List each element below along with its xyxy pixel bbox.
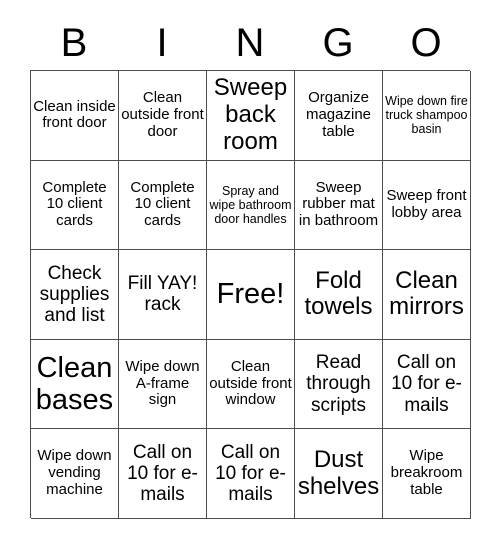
bingo-cell-label: Spray and wipe bathroom door handles bbox=[209, 183, 292, 226]
bingo-cell-label: Call on 10 for e-mails bbox=[127, 441, 198, 506]
header-letter-o: O bbox=[410, 21, 442, 65]
header-letter-n: N bbox=[235, 21, 265, 65]
header-letter-i: I bbox=[156, 21, 168, 65]
bingo-cell[interactable]: Wipe down fire truck shampoo basin bbox=[383, 71, 471, 161]
bingo-cell-label: Wipe down A-frame sign bbox=[125, 357, 200, 409]
header-letter-b: B bbox=[60, 21, 88, 65]
bingo-cell-label: Clean bases bbox=[35, 351, 114, 417]
bingo-cell-label: Sweep back room bbox=[213, 73, 288, 155]
bingo-cell-label: Sweep rubber mat in bathroom bbox=[298, 178, 379, 230]
bingo-cell[interactable]: Complete 10 client cards bbox=[119, 160, 207, 251]
bingo-cell-label: Wipe down fire truck shampoo basin bbox=[385, 94, 468, 137]
bingo-cell[interactable]: Clean bases bbox=[31, 339, 119, 430]
bingo-cell-label: Clean inside front door bbox=[33, 97, 116, 132]
bingo-cell-label: Wipe down vending machine bbox=[37, 447, 112, 499]
bingo-cell-label: Check supplies and list bbox=[39, 262, 110, 327]
bingo-cell[interactable]: Complete 10 client cards bbox=[31, 160, 119, 251]
bingo-cell[interactable]: Call on 10 for e-mails bbox=[207, 429, 295, 519]
bingo-cell[interactable]: Call on 10 for e-mails bbox=[383, 339, 471, 430]
bingo-cell-label: Call on 10 for e-mails bbox=[391, 352, 462, 416]
bingo-cell-label: Organize magazine table bbox=[305, 89, 372, 140]
bingo-cell[interactable]: Fold towels bbox=[295, 250, 383, 340]
bingo-card: B I N G O Clean inside front door Clean … bbox=[0, 0, 500, 544]
bingo-cell-label: Clean outside front window bbox=[209, 357, 292, 409]
bingo-cell-label: Complete 10 client cards bbox=[42, 178, 107, 230]
bingo-cell-label: Call on 10 for e-mails bbox=[215, 441, 286, 506]
bingo-cell[interactable]: Clean mirrors bbox=[383, 250, 471, 340]
bingo-cell-label: Sweep front lobby area bbox=[386, 187, 467, 221]
bingo-cell[interactable]: Organize magazine table bbox=[295, 71, 383, 161]
bingo-cell[interactable]: Fill YAY! rack bbox=[119, 250, 207, 340]
bingo-cell[interactable]: Call on 10 for e-mails bbox=[119, 429, 207, 519]
bingo-cell-label: Complete 10 client cards bbox=[130, 178, 195, 230]
bingo-cell-label: Wipe breakroom table bbox=[390, 447, 463, 499]
bingo-cell-label: Clean outside front door bbox=[121, 89, 204, 140]
bingo-cell[interactable]: Clean outside front door bbox=[119, 71, 207, 161]
bingo-header: B I N G O bbox=[30, 16, 470, 70]
bingo-cell[interactable]: Clean inside front door bbox=[31, 71, 119, 161]
bingo-cell[interactable]: Check supplies and list bbox=[31, 250, 119, 340]
bingo-cell[interactable]: Read through scripts bbox=[295, 339, 383, 430]
bingo-cell-label: Fill YAY! rack bbox=[127, 273, 198, 316]
bingo-cell-label: Clean mirrors bbox=[389, 266, 464, 321]
bingo-cell-label: Dust shelves bbox=[297, 445, 380, 500]
bingo-cell[interactable]: Wipe down A-frame sign bbox=[119, 339, 207, 430]
bingo-cell-label: Free! bbox=[216, 278, 285, 311]
bingo-cell[interactable]: Dust shelves bbox=[295, 429, 383, 519]
bingo-cell[interactable]: Wipe breakroom table bbox=[383, 429, 471, 519]
bingo-cell-free[interactable]: Free! bbox=[207, 250, 295, 340]
bingo-cell[interactable]: Sweep rubber mat in bathroom bbox=[295, 160, 383, 251]
header-letter-g: G bbox=[322, 21, 354, 65]
bingo-grid: Clean inside front door Clean outside fr… bbox=[30, 70, 471, 519]
bingo-cell[interactable]: Sweep back room bbox=[207, 71, 295, 161]
bingo-cell-label: Fold towels bbox=[304, 266, 373, 321]
bingo-cell[interactable]: Sweep front lobby area bbox=[383, 160, 471, 251]
bingo-cell[interactable]: Spray and wipe bathroom door handles bbox=[207, 160, 295, 251]
bingo-cell-label: Read through scripts bbox=[306, 352, 371, 416]
bingo-cell[interactable]: Wipe down vending machine bbox=[31, 429, 119, 519]
bingo-cell[interactable]: Clean outside front window bbox=[207, 339, 295, 430]
